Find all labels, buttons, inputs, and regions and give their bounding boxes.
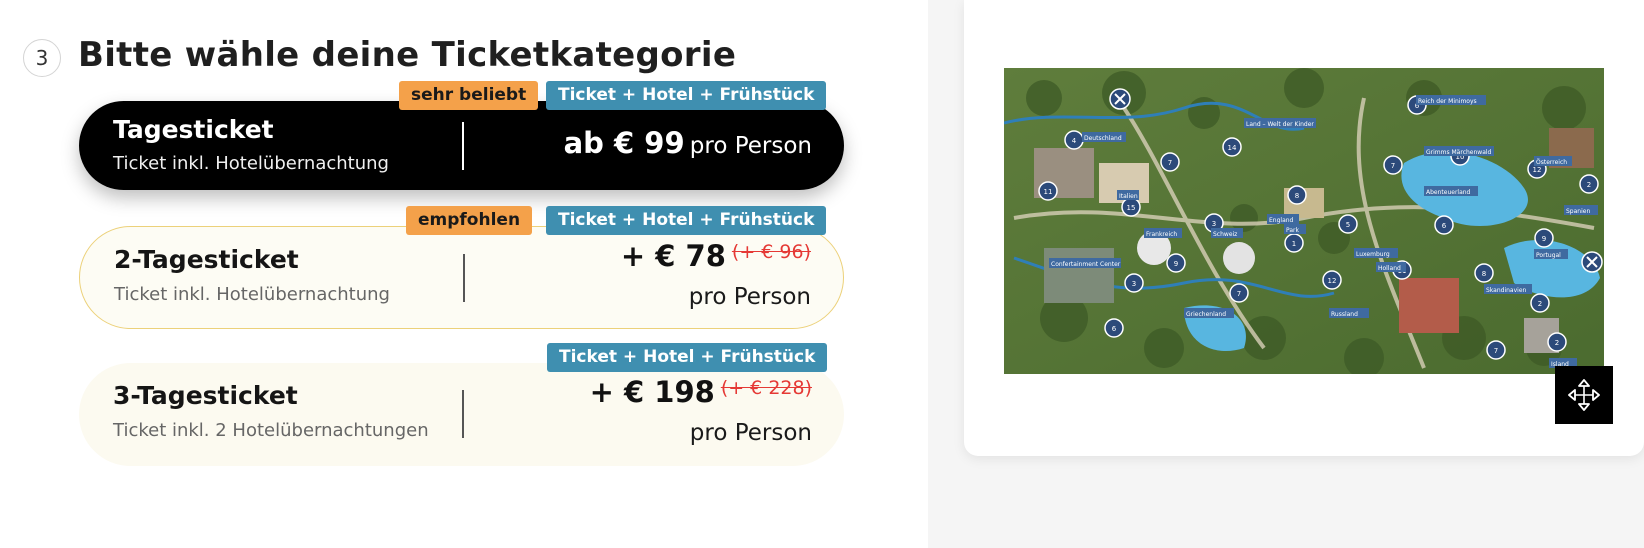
price-value: + € 198 (589, 375, 715, 409)
ticket-option-tagesticket[interactable]: Tagesticket Ticket inkl. Hotelübernachtu… (79, 101, 844, 190)
svg-text:14: 14 (1228, 144, 1237, 152)
ticket-name: Tagesticket (113, 115, 274, 144)
map-marker[interactable]: 9 (1534, 228, 1554, 248)
svg-text:Confertainment Center: Confertainment Center (1051, 261, 1121, 268)
svg-text:2: 2 (1538, 300, 1542, 308)
ticket-option-3-tagesticket[interactable]: 3-Tagesticket Ticket inkl. 2 Hotelüberna… (79, 363, 844, 466)
expand-arrows-icon (1568, 379, 1600, 411)
badge-very-popular: sehr beliebt (399, 81, 539, 110)
map-marker[interactable]: 3 (1124, 273, 1144, 293)
ticket-subtitle: Ticket inkl. Hotelübernachtung (113, 153, 389, 174)
svg-text:Italien: Italien (1119, 193, 1138, 200)
badge-package: Ticket + Hotel + Frühstück (546, 206, 827, 235)
ticket-name: 2-Tagesticket (114, 245, 299, 274)
ticket-name: 3-Tagesticket (113, 381, 298, 410)
svg-text:Spanien: Spanien (1566, 208, 1590, 215)
old-price: (+ € 96) (731, 241, 811, 263)
svg-text:12: 12 (1533, 166, 1542, 174)
svg-text:Österreich: Österreich (1536, 159, 1567, 166)
map-marker[interactable]: 9 (1166, 253, 1186, 273)
price-unit: pro Person (689, 133, 812, 159)
map-marker[interactable]: 8 (1474, 263, 1494, 283)
map-marker[interactable]: 2 (1579, 174, 1599, 194)
svg-text:7: 7 (1237, 290, 1241, 298)
price: + € 78 (+ € 96) (621, 239, 811, 273)
svg-text:3: 3 (1132, 280, 1136, 288)
svg-text:2: 2 (1587, 181, 1591, 189)
map-expand-button[interactable] (1555, 366, 1613, 424)
map-marker[interactable]: 4 (1064, 130, 1084, 150)
divider (463, 254, 465, 302)
map-marker[interactable]: 2 (1530, 293, 1550, 313)
svg-text:15: 15 (1127, 204, 1136, 212)
page-title: Bitte wähle deine Ticketkategorie (78, 35, 737, 75)
price-unit: pro Person (689, 420, 812, 446)
map-marker[interactable]: 7 (1160, 152, 1180, 172)
old-price: (+ € 228) (720, 377, 812, 399)
svg-text:9: 9 (1174, 260, 1178, 268)
map-marker[interactable]: 6 (1434, 215, 1454, 235)
svg-text:Deutschland: Deutschland (1084, 135, 1122, 142)
svg-text:11: 11 (1044, 188, 1053, 196)
price-value: ab € 99 (563, 126, 685, 160)
badge-recommended: empfohlen (406, 206, 533, 235)
map-marker[interactable]: 15 (1121, 197, 1141, 217)
svg-text:Skandinavien: Skandinavien (1486, 287, 1527, 294)
ticket-selection-panel: 3 Bitte wähle deine Ticketkategorie sehr… (0, 0, 928, 548)
svg-text:9: 9 (1542, 235, 1546, 243)
ticket-subtitle: Ticket inkl. Hotelübernachtung (114, 284, 390, 305)
map-marker[interactable]: 1 (1284, 233, 1304, 253)
svg-text:Park: Park (1286, 227, 1299, 234)
map-marker[interactable]: 8 (1287, 185, 1307, 205)
ticket-option-2-tagesticket[interactable]: 2-Tagesticket Ticket inkl. Hotelübernach… (79, 226, 844, 329)
ticket-subtitle: Ticket inkl. 2 Hotelübernachtungen (113, 420, 429, 441)
map-marker[interactable]: 12 (1322, 270, 1342, 290)
price: ab € 99 pro Person (564, 126, 812, 160)
svg-text:6: 6 (1112, 325, 1117, 333)
map-marker[interactable]: 11 (1038, 181, 1058, 201)
svg-text:6: 6 (1442, 222, 1447, 230)
svg-text:Luxemburg: Luxemburg (1356, 251, 1390, 258)
svg-text:Holland: Holland (1378, 265, 1401, 272)
svg-text:5: 5 (1346, 221, 1350, 229)
svg-text:Land – Welt der Kinder: Land – Welt der Kinder (1246, 121, 1314, 128)
park-map[interactable]: 4 7 11 14 15 6 10 12 2 8 5 1 9 3 7 12 11… (1004, 68, 1604, 374)
map-marker[interactable]: 7 (1486, 340, 1506, 360)
price: + € 198 (+ € 228) (590, 375, 812, 409)
map-ground (1004, 68, 1604, 374)
map-marker[interactable]: 7 (1383, 155, 1403, 175)
badge-package: Ticket + Hotel + Frühstück (547, 343, 828, 372)
badge-package: Ticket + Hotel + Frühstück (546, 81, 827, 110)
map-marker[interactable]: 2 (1547, 332, 1567, 352)
price-value: + € 78 (620, 239, 726, 273)
svg-text:12: 12 (1328, 277, 1337, 285)
svg-text:3: 3 (1212, 220, 1216, 228)
svg-text:8: 8 (1295, 192, 1299, 200)
svg-text:Russland: Russland (1331, 311, 1358, 318)
map-marker[interactable]: 6 (1104, 318, 1124, 338)
svg-text:1: 1 (1292, 240, 1296, 248)
svg-text:2: 2 (1555, 339, 1559, 347)
svg-text:England: England (1269, 217, 1294, 224)
map-marker[interactable]: 5 (1338, 214, 1358, 234)
svg-text:8: 8 (1482, 270, 1486, 278)
svg-text:7: 7 (1168, 159, 1172, 167)
svg-text:7: 7 (1391, 162, 1395, 170)
svg-text:Abenteuerland: Abenteuerland (1426, 189, 1471, 196)
svg-text:Schweiz: Schweiz (1213, 231, 1237, 238)
svg-text:4: 4 (1072, 137, 1077, 145)
step-number-badge: 3 (23, 39, 61, 77)
svg-text:7: 7 (1494, 347, 1498, 355)
svg-text:Frankreich: Frankreich (1146, 231, 1177, 238)
svg-text:Portugal: Portugal (1536, 252, 1561, 259)
divider (462, 390, 464, 438)
price-unit: pro Person (688, 284, 811, 310)
svg-text:Grimms Märchenwald: Grimms Märchenwald (1426, 149, 1492, 156)
map-marker[interactable]: 14 (1222, 137, 1242, 157)
svg-text:Griechenland: Griechenland (1186, 311, 1226, 318)
map-marker[interactable]: 7 (1229, 283, 1249, 303)
divider (462, 122, 464, 170)
svg-text:Reich der Minimoys: Reich der Minimoys (1418, 98, 1477, 105)
